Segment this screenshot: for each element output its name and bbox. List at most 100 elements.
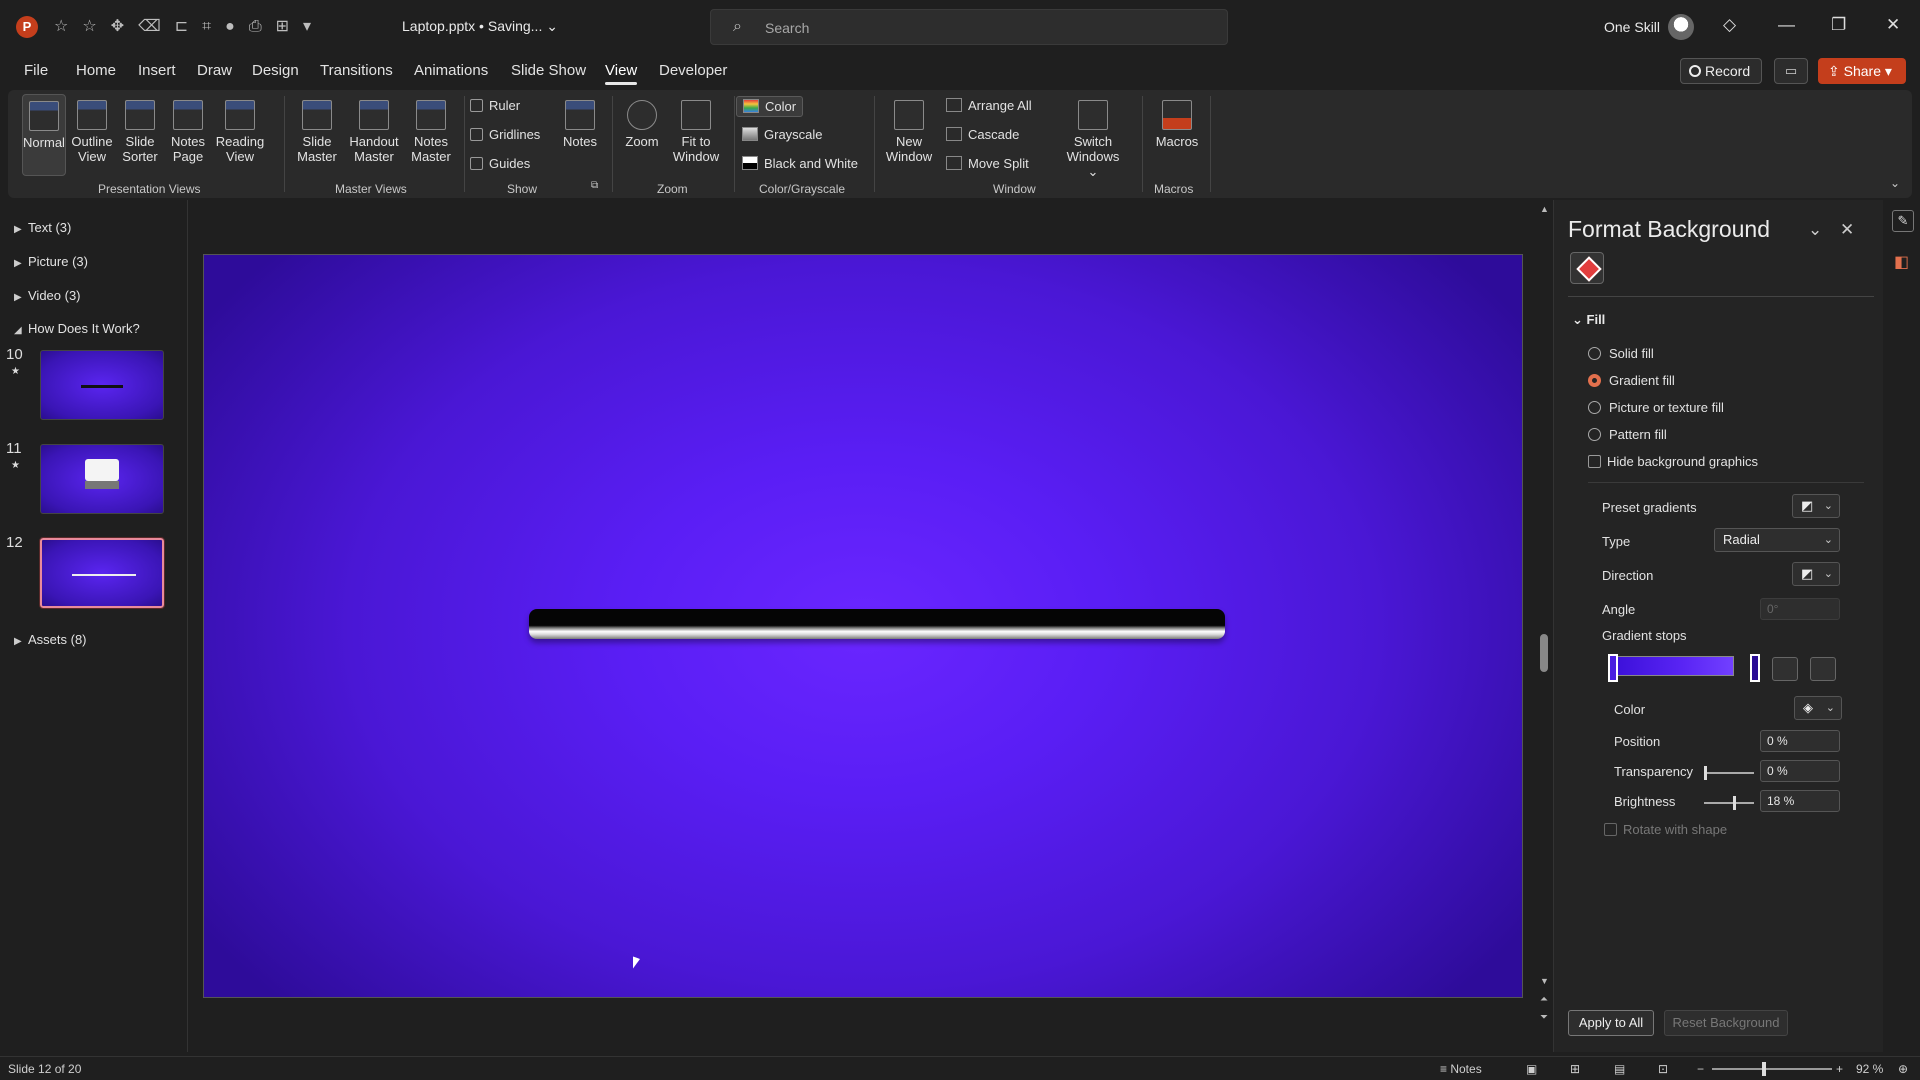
gridlines-checkbox[interactable]: Gridlines (470, 127, 540, 142)
vertical-scrollbar[interactable]: ▲ ▼ ⏶ ⏷ (1537, 200, 1551, 1052)
file-title[interactable]: Laptop.pptx • Saving... ⌄ (402, 18, 558, 35)
tab-view[interactable]: View (605, 62, 638, 85)
section-assets[interactable]: ▶ Assets (8) (14, 632, 87, 647)
new-window-button[interactable]: New Window (884, 100, 934, 164)
slider-thumb[interactable] (1704, 766, 1707, 780)
zoom-level[interactable]: 92 % (1856, 1062, 1883, 1076)
design-ideas-icon[interactable]: ◧ (1894, 252, 1909, 272)
comments-button[interactable]: ▭ (1774, 58, 1808, 84)
touch-mode-icon[interactable]: ✥ (111, 16, 124, 38)
gradient-fill-radio[interactable]: Gradient fill (1588, 373, 1675, 388)
apply-to-all-button[interactable]: Apply to All (1568, 1010, 1654, 1036)
arrange-all-button[interactable]: Arrange All (946, 98, 1032, 113)
scroll-down-icon[interactable]: ▼ (1540, 976, 1549, 986)
normal-view-button[interactable]: Normal (22, 94, 66, 176)
search-input[interactable]: ⌕ Search (710, 9, 1228, 45)
next-slide-icon[interactable]: ⏷ (1540, 1012, 1548, 1023)
gradient-type-dropdown[interactable]: Radial ⌄ (1714, 528, 1840, 552)
distribute-icon[interactable]: ⊞ (276, 16, 289, 38)
laptop-closed-shape[interactable] (529, 609, 1225, 639)
close-window-button[interactable]: ✕ (1886, 15, 1900, 35)
fit-slide-icon[interactable]: ⊕ (1898, 1062, 1908, 1076)
print-icon[interactable]: ⎙ (249, 16, 262, 38)
notes-master-button[interactable]: Notes Master (406, 100, 456, 164)
section-how-does-it-work[interactable]: ◢ How Does It Work? (14, 321, 140, 336)
record-button[interactable]: Record (1680, 58, 1762, 84)
normal-view-status-icon[interactable]: ▣ (1526, 1062, 1537, 1076)
slide-sorter-button[interactable]: Slide Sorter (118, 100, 162, 164)
avatar[interactable] (1668, 14, 1694, 40)
slide-master-button[interactable]: Slide Master (292, 100, 342, 164)
share-button[interactable]: ⇪ Share ▾ (1818, 58, 1906, 84)
tab-file[interactable]: File (24, 62, 48, 79)
tab-developer[interactable]: Developer (659, 62, 727, 79)
hide-background-graphics-checkbox[interactable]: Hide background graphics (1588, 454, 1758, 469)
zoom-in-icon[interactable]: + (1836, 1062, 1843, 1076)
scrollbar-thumb[interactable] (1540, 634, 1548, 672)
format-pane-tab-icon[interactable]: ✎ (1892, 210, 1914, 232)
favorite-icon[interactable]: ☆ (54, 16, 68, 38)
tab-transitions[interactable]: Transitions (320, 62, 393, 79)
notes-page-button[interactable]: Notes Page (166, 100, 210, 164)
move-split-button[interactable]: Move Split (946, 156, 1029, 171)
section-picture[interactable]: ▶ Picture (3) (14, 254, 88, 269)
star-icon[interactable]: ☆ (82, 16, 96, 38)
black-and-white-button[interactable]: Black and White (742, 156, 858, 171)
tab-draw[interactable]: Draw (197, 62, 232, 79)
pattern-fill-radio[interactable]: Pattern fill (1588, 427, 1667, 442)
section-text[interactable]: ▶ Text (3) (14, 220, 71, 235)
fit-to-window-button[interactable]: Fit to Window (668, 100, 724, 164)
current-slide[interactable] (203, 254, 1523, 998)
brightness-slider[interactable] (1704, 796, 1754, 810)
gradient-stop-handle-1[interactable] (1608, 654, 1618, 682)
guides-checkbox[interactable]: Guides (470, 156, 530, 171)
slider-thumb[interactable] (1733, 796, 1736, 810)
preset-gradients-dropdown[interactable]: ◩ ⌄ (1792, 494, 1840, 518)
remove-gradient-stop-button[interactable] (1810, 657, 1836, 681)
slide-sorter-status-icon[interactable]: ⊞ (1570, 1062, 1580, 1076)
transparency-slider[interactable] (1704, 766, 1754, 780)
cascade-button[interactable]: Cascade (946, 127, 1019, 142)
handout-master-button[interactable]: Handout Master (346, 100, 402, 164)
macros-button[interactable]: Macros (1152, 100, 1202, 149)
gradient-stops-bar[interactable] (1610, 656, 1734, 676)
notes-status-button[interactable]: ≡ Notes (1440, 1062, 1482, 1076)
ruler-checkbox[interactable]: Ruler (470, 98, 520, 113)
reading-view-status-icon[interactable]: ▤ (1614, 1062, 1625, 1076)
color-mode-button[interactable]: Color (736, 96, 804, 117)
tab-insert[interactable]: Insert (138, 62, 176, 79)
restore-button[interactable]: ❐ (1831, 15, 1846, 35)
reading-view-button[interactable]: Reading View (214, 100, 266, 164)
show-dialog-launcher-icon[interactable]: ⧉ (591, 180, 598, 191)
shape-fill-icon[interactable]: ● (225, 16, 235, 38)
grayscale-button[interactable]: Grayscale (742, 127, 823, 142)
notes-toggle-button[interactable]: Notes (556, 100, 604, 149)
tab-home[interactable]: Home (76, 62, 116, 79)
collapse-ribbon-icon[interactable]: ⌄ (1890, 176, 1900, 190)
previous-slide-icon[interactable]: ⏶ (1540, 994, 1548, 1005)
picture-texture-fill-radio[interactable]: Picture or texture fill (1588, 400, 1724, 415)
add-gradient-stop-button[interactable] (1772, 657, 1798, 681)
pane-options-chevron-icon[interactable]: ⌄ (1808, 220, 1822, 240)
customize-qat-icon[interactable]: ▾ (303, 16, 311, 38)
outline-view-button[interactable]: Outline View (70, 100, 114, 164)
align-icon[interactable]: ⊏ (175, 16, 188, 38)
slide-thumbnail-10[interactable] (40, 350, 164, 420)
fill-section-header[interactable]: ⌄ Fill (1572, 312, 1605, 328)
stop-color-picker[interactable]: ◈ ⌄ (1794, 696, 1842, 720)
direction-dropdown[interactable]: ◩ ⌄ (1792, 562, 1840, 586)
tab-design[interactable]: Design (252, 62, 299, 79)
slide-thumbnail-12[interactable] (39, 537, 165, 609)
close-pane-icon[interactable]: ✕ (1840, 220, 1854, 240)
fill-bucket-icon[interactable] (1570, 252, 1604, 284)
zoom-button[interactable]: Zoom (620, 100, 664, 149)
solid-fill-radio[interactable]: Solid fill (1588, 346, 1654, 361)
eraser-icon[interactable]: ⌫ (138, 16, 161, 38)
zoom-slider-thumb[interactable] (1762, 1062, 1766, 1076)
switch-windows-button[interactable]: Switch Windows ⌄ (1060, 100, 1126, 179)
zoom-slider[interactable] (1712, 1062, 1832, 1076)
transparency-spinner[interactable]: 0 % (1760, 760, 1840, 782)
tab-slide-show[interactable]: Slide Show (511, 62, 586, 79)
slideshow-status-icon[interactable]: ⊡ (1658, 1062, 1668, 1076)
section-video[interactable]: ▶ Video (3) (14, 288, 81, 303)
